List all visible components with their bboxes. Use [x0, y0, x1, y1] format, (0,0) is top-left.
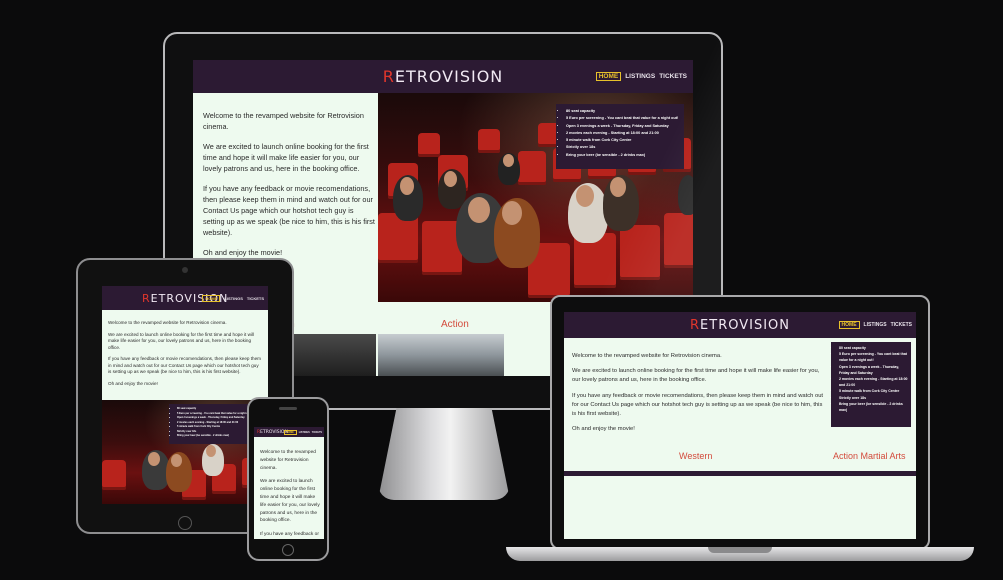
- tablet-nav-listings[interactable]: LISTINGS: [224, 296, 242, 301]
- laptop-logo[interactable]: RETROVISION: [690, 318, 790, 333]
- phone-nav-tickets[interactable]: TICKETS: [312, 431, 322, 434]
- category-action-martial-arts[interactable]: Action Martial Arts: [833, 451, 906, 461]
- phone-nav-home[interactable]: HOME: [283, 429, 297, 435]
- laptop-navbar: RETROVISION HOME LISTINGS TICKETS: [564, 312, 916, 338]
- site-logo[interactable]: RETROVISION: [383, 67, 504, 86]
- monitor-stand: [378, 408, 510, 500]
- tablet-screen: RETROVISION HOME LISTINGS TICKETS Welcom…: [102, 286, 268, 504]
- tablet-home-button: [178, 516, 192, 530]
- phone-home-button: [282, 544, 294, 556]
- phone-nav-listings[interactable]: LISTINGS: [299, 431, 310, 434]
- action-thumbnail[interactable]: [378, 334, 504, 376]
- laptop-footer-bar: [564, 471, 916, 476]
- category-action[interactable]: Action: [441, 319, 469, 330]
- phone-device: RETROVISION HOME LISTINGS TICKETS Welcom…: [247, 397, 329, 561]
- tablet-nav-home[interactable]: HOME: [202, 294, 221, 302]
- category-western[interactable]: Western: [679, 451, 712, 461]
- phone-navbar: RETROVISION HOME LISTINGS TICKETS: [254, 427, 324, 437]
- category-thumbnail[interactable]: [283, 334, 376, 376]
- intro-text: Welcome to the revamped website for Retr…: [203, 111, 375, 257]
- laptop-nav-listings[interactable]: LISTINGS: [864, 322, 887, 328]
- laptop-screen: RETROVISION HOME LISTINGS TICKETS Welcom…: [564, 312, 916, 539]
- tablet-navbar: RETROVISION HOME LISTINGS TICKETS: [102, 286, 268, 310]
- tablet-nav-tickets[interactable]: TICKETS: [247, 296, 264, 301]
- phone-screen: RETROVISION HOME LISTINGS TICKETS Welcom…: [254, 427, 324, 539]
- laptop-intro-text: Welcome to the revamped website for Retr…: [572, 353, 824, 433]
- laptop-device: RETROVISION HOME LISTINGS TICKETS Welcom…: [550, 295, 930, 550]
- phone-intro-text: Welcome to the revamped website for Retr…: [260, 450, 320, 538]
- laptop-nav-home[interactable]: HOME: [838, 321, 860, 329]
- laptop-info-box: 80 seat capacity 5 Euro per screening - …: [831, 342, 911, 427]
- device-mockup-stage: RETROVISION HOME LISTINGS TICKETS Welcom…: [0, 0, 1003, 580]
- tablet-intro-text: Welcome to the revamped website for Retr…: [108, 320, 261, 386]
- laptop-nav-tickets[interactable]: TICKETS: [891, 322, 912, 328]
